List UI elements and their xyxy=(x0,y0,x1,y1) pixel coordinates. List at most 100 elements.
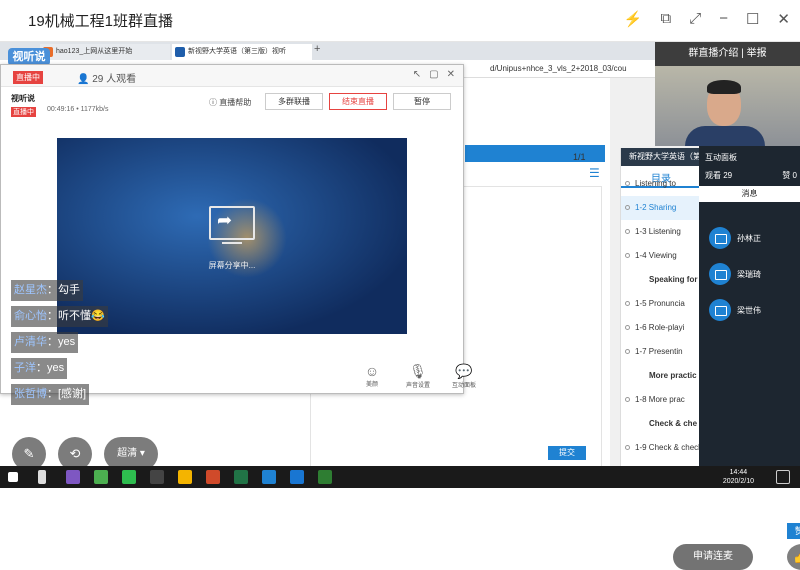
chat-text: 勾手 xyxy=(58,284,80,296)
user-icon: 👤 xyxy=(77,74,90,85)
chat-message: 俞心怡：听不懂😂 xyxy=(11,306,108,327)
screen-share-preview: ➦ 屏幕分享中... xyxy=(57,138,407,334)
app-icon-2[interactable] xyxy=(94,470,108,484)
chat-message: 张哲博：[感谢] xyxy=(11,384,90,405)
chat-text: [感谢] xyxy=(58,388,87,400)
app-icon-1[interactable] xyxy=(66,470,80,484)
interaction-stats: 观看 29 赞 0 xyxy=(705,170,797,181)
live-window-titlebar: 直播中 👤 29 人观看 ↖ ▢ ✕ xyxy=(1,65,463,87)
live-app-name: 视听说 xyxy=(11,94,35,103)
microphone-icon: 🎙 xyxy=(409,363,427,379)
live-tools: ☺ 美颜 🎙 声音设置 💬 互动面板 xyxy=(357,363,479,389)
chat-text: 听不懂😂 xyxy=(58,310,105,322)
task-view-icon[interactable] xyxy=(38,470,46,484)
notification-icon[interactable] xyxy=(776,470,790,484)
thumbs-up-icon[interactable]: 👍 xyxy=(787,544,800,570)
pause-button[interactable]: 暂停 xyxy=(393,93,451,110)
user-list-item[interactable]: 梁瑞琦 xyxy=(709,256,761,292)
window-title: 19机械工程1班群直播 xyxy=(28,13,174,30)
user-list: 孙林正 梁瑞琦 梁世伟 xyxy=(709,220,761,328)
maximize-icon[interactable]: ☐ xyxy=(746,10,759,28)
reader-icon[interactable] xyxy=(150,470,164,484)
radio-icon xyxy=(625,445,630,450)
terminal-icon[interactable] xyxy=(318,470,332,484)
chat-sender: 子洋 xyxy=(14,362,36,374)
tab-messages[interactable]: 消息 xyxy=(699,186,800,202)
monitor-stand xyxy=(222,242,242,244)
tv-avatar-icon xyxy=(709,227,731,249)
live-badge-small: 直播中 xyxy=(11,107,36,117)
chat-message: 赵星杰：勾手 xyxy=(11,280,83,301)
radio-icon xyxy=(625,325,630,330)
chat-sender: 张哲博 xyxy=(14,388,47,400)
interaction-tool[interactable]: 💬 互动面板 xyxy=(449,363,479,389)
powerpoint-icon[interactable] xyxy=(206,470,220,484)
live-top-links[interactable]: 群直播介绍 | 举报 xyxy=(655,42,800,66)
like-button[interactable]: 赞 0 xyxy=(787,523,800,539)
wechat-icon[interactable] xyxy=(122,470,136,484)
pointer-icon[interactable]: ↖ xyxy=(413,69,421,80)
app-icon-4[interactable] xyxy=(290,470,304,484)
radio-icon xyxy=(625,397,630,402)
live-panel: 群直播介绍 | 举报 互动面板 观看 29 赞 0 消息 孙林正 梁瑞琦 梁世伟 赞… xyxy=(655,42,800,570)
share-icon[interactable]: ⧉ xyxy=(660,10,671,28)
apply-mic-button[interactable]: 申请连麦 xyxy=(673,544,753,570)
tv-avatar-icon xyxy=(709,299,731,321)
multi-group-button[interactable]: 多群联播 xyxy=(265,93,323,110)
pin-icon[interactable]: ⚡ xyxy=(624,10,643,28)
sound-settings-tool[interactable]: 🎙 声音设置 xyxy=(403,363,433,389)
chat-sender: 俞心怡 xyxy=(14,310,47,322)
viewer-count: 观看 29 xyxy=(705,171,733,180)
teacher-camera xyxy=(655,66,800,146)
screen-share-text: 屏幕分享中... xyxy=(208,261,256,270)
close-live-icon[interactable]: ✕ xyxy=(447,69,455,80)
window-controls: ⚡ ⧉ ⤢ − ☐ ✕ xyxy=(624,10,790,28)
radio-icon xyxy=(625,181,630,186)
chat-text: yes xyxy=(58,336,76,348)
live-badge: 直播中 xyxy=(13,71,43,84)
interaction-title: 互动面板 xyxy=(705,153,737,162)
chat-text: yes xyxy=(47,362,65,374)
help-icon: ⓘ xyxy=(209,98,217,107)
system-clock[interactable]: 14:44 2020/2/10 xyxy=(723,468,754,486)
address-url: d/Unipus+nhce_3_vls_2+2018_03/cou xyxy=(490,64,627,73)
submit-button[interactable]: 提交 xyxy=(548,446,586,460)
radio-icon xyxy=(625,301,630,306)
browser-tab-nhce[interactable]: 新视野大学英语（第三版）视听 xyxy=(172,44,312,60)
windows-start-icon[interactable] xyxy=(8,472,18,482)
user-list-item[interactable]: 孙林正 xyxy=(709,220,761,256)
app-icon-3[interactable] xyxy=(262,470,276,484)
radio-icon xyxy=(625,349,630,354)
chat-bubble-icon: 💬 xyxy=(455,363,473,379)
chat-overlay: 赵星杰：勾手 俞心怡：听不懂😂 卢清华：yes 子洋：yes 张哲博：[感谢] xyxy=(11,280,108,410)
chrome-icon[interactable] xyxy=(178,470,192,484)
restore-icon[interactable]: ▢ xyxy=(429,69,438,80)
interaction-panel: 互动面板 观看 29 赞 0 消息 孙林正梁瑞琦梁世伟 赞 0 👍 申请连麦 xyxy=(673,146,800,570)
close-icon[interactable]: ✕ xyxy=(777,10,790,28)
live-stream-info: 00:49:16 • 1177kb/s xyxy=(47,106,109,113)
end-live-button[interactable]: 结束直播 xyxy=(329,93,387,110)
viewer-count-label: 👤 29 人观看 xyxy=(77,74,137,85)
chat-sender: 赵星杰 xyxy=(14,284,47,296)
unipus-favicon-icon xyxy=(175,47,185,57)
menu-icon[interactable]: ☰ xyxy=(589,166,600,180)
radio-icon xyxy=(625,205,630,210)
chat-message: 子洋：yes xyxy=(11,358,68,379)
beauty-tool[interactable]: ☺ 美颜 xyxy=(357,363,387,389)
new-tab-icon[interactable]: + xyxy=(314,43,320,55)
live-window-controls: ↖ ▢ ✕ xyxy=(413,69,455,80)
minimize-icon[interactable]: − xyxy=(719,10,728,28)
expand-icon[interactable]: ⤢ xyxy=(689,10,701,28)
radio-icon xyxy=(625,229,630,234)
browser-tab-hao123[interactable]: hao123_上网从这里开始 xyxy=(40,44,170,60)
user-list-item[interactable]: 梁世伟 xyxy=(709,292,761,328)
camera-hair xyxy=(707,80,741,94)
excel-icon[interactable] xyxy=(234,470,248,484)
tv-avatar-icon xyxy=(709,263,731,285)
smile-icon: ☺ xyxy=(364,363,380,379)
help-link[interactable]: ⓘ 直播帮助 xyxy=(209,97,251,108)
window-titlebar: 19机械工程1班群直播 ⚡ ⧉ ⤢ − ☐ ✕ xyxy=(0,0,800,42)
page-indicator: 1/1 xyxy=(573,152,586,162)
chat-sender: 卢清华 xyxy=(14,336,47,348)
taskbar: 14:44 2020/2/10 xyxy=(0,466,800,488)
